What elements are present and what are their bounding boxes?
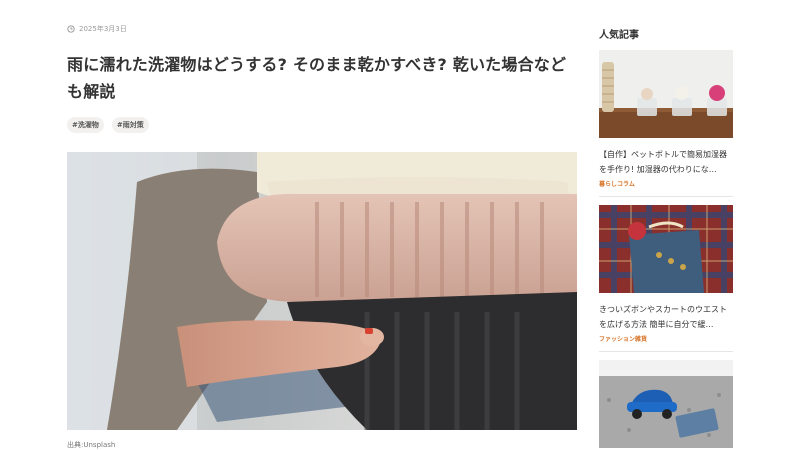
popular-article-card[interactable]: きついズボンやスカートのウエストを広げる方法 簡単に自分で緩… ファッション雑貨 bbox=[599, 205, 733, 352]
popular-article-card[interactable]: 【自作】ペットボトルで簡易加湿器を手作り! 加湿器の代わりにな… 暮らしコラム bbox=[599, 50, 733, 197]
article-title: 雨に濡れた洗濯物はどうする? そのまま乾かすべき? 乾いた場合なども解説 bbox=[67, 55, 567, 101]
post-date: 2025年3月3日 bbox=[67, 22, 577, 36]
blue-toy-car-photo[interactable] bbox=[599, 360, 733, 448]
hero-image bbox=[67, 152, 577, 430]
popular-article-category[interactable]: ファッション雑貨 bbox=[599, 334, 733, 343]
tag-rain[interactable]: #雨対策 bbox=[111, 117, 149, 133]
tag-laundry[interactable]: #洗濯物 bbox=[67, 117, 104, 133]
tag-list: #洗濯物 #雨対策 bbox=[67, 117, 577, 133]
popular-articles-heading: 人気記事 bbox=[599, 30, 639, 41]
article-header: 2025年3月3日 雨に濡れた洗濯物はどうする? そのまま乾かすべき? 乾いた場… bbox=[67, 22, 577, 133]
popular-article-card[interactable] bbox=[599, 360, 733, 448]
divider bbox=[599, 196, 733, 197]
post-date-text: 2025年3月3日 bbox=[79, 25, 127, 33]
denim-plaid-photo[interactable] bbox=[599, 205, 733, 293]
popular-article-category[interactable]: 暮らしコラム bbox=[599, 179, 733, 188]
clock-icon bbox=[67, 25, 75, 33]
popular-article-title[interactable]: きついズボンやスカートのウエストを広げる方法 簡単に自分で緩… bbox=[599, 302, 733, 332]
divider bbox=[599, 351, 733, 352]
image-caption: 出典:Unsplash bbox=[67, 441, 116, 449]
knit-sweaters-photo bbox=[67, 152, 577, 430]
bottle-humidifier-photo[interactable] bbox=[599, 50, 733, 138]
popular-article-title[interactable]: 【自作】ペットボトルで簡易加湿器を手作り! 加湿器の代わりにな… bbox=[599, 147, 733, 177]
sidebar: 人気記事 【自作】ペットボトルで簡易加湿器を手作り! 加湿器の代わりにな… 暮ら… bbox=[599, 22, 733, 448]
